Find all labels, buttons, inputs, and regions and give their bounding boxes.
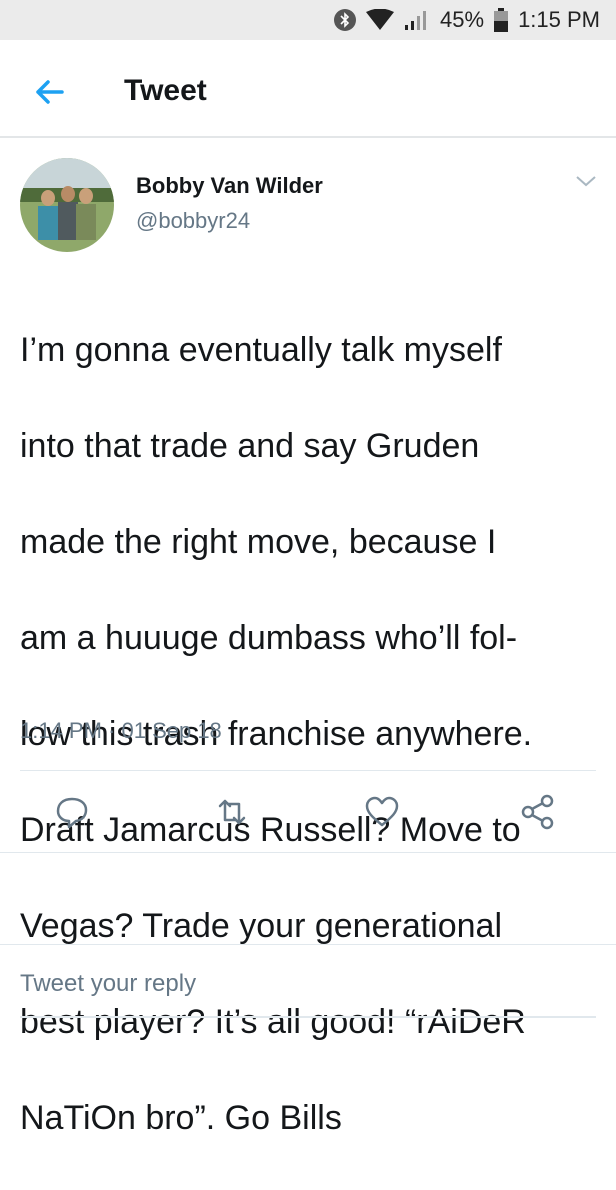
tweet-line: made the right move, because I bbox=[20, 523, 497, 561]
bluetooth-icon bbox=[334, 9, 357, 31]
retweet-icon[interactable] bbox=[212, 792, 252, 832]
app-bar: Tweet bbox=[0, 40, 616, 138]
battery-icon bbox=[494, 8, 509, 32]
tweet-line: am a huuuge dumbass who’ll fol- bbox=[20, 619, 518, 657]
status-time: 1:15 PM bbox=[518, 7, 600, 32]
reply-input[interactable]: Tweet your reply bbox=[20, 970, 196, 998]
battery-percent: 45% bbox=[440, 7, 485, 32]
avatar[interactable] bbox=[20, 158, 114, 252]
tweet-line: best player? It’s all good! “rAiDeR bbox=[20, 1003, 526, 1041]
share-icon[interactable] bbox=[518, 792, 558, 832]
tweet-line: Vegas? Trade your generational bbox=[20, 907, 503, 945]
tweet-line: I’m gonna eventually talk myself bbox=[20, 331, 502, 369]
like-icon[interactable] bbox=[362, 792, 402, 832]
chevron-down-icon[interactable] bbox=[574, 172, 598, 190]
status-bar: 45% 1:15 PM bbox=[0, 0, 616, 40]
author-handle[interactable]: @bobbyr24 bbox=[136, 208, 250, 234]
reply-icon[interactable] bbox=[52, 792, 92, 832]
divider bbox=[0, 944, 616, 945]
page-title: Tweet bbox=[124, 74, 207, 107]
tweet-timestamp: 1:14 PM · 01 Sep 18 bbox=[20, 718, 222, 743]
tweet-line: NaTiOn bro”. Go Bills bbox=[20, 1099, 342, 1137]
divider bbox=[0, 852, 616, 853]
reply-underline bbox=[20, 1016, 596, 1018]
author-name[interactable]: Bobby Van Wilder bbox=[136, 173, 323, 199]
tweet-actions bbox=[0, 782, 616, 842]
arrow-left-icon[interactable] bbox=[30, 72, 70, 112]
signal-icon bbox=[404, 9, 430, 31]
wifi-icon bbox=[366, 9, 395, 31]
divider bbox=[20, 770, 596, 771]
tweet-line: into that trade and say Gruden bbox=[20, 427, 480, 465]
